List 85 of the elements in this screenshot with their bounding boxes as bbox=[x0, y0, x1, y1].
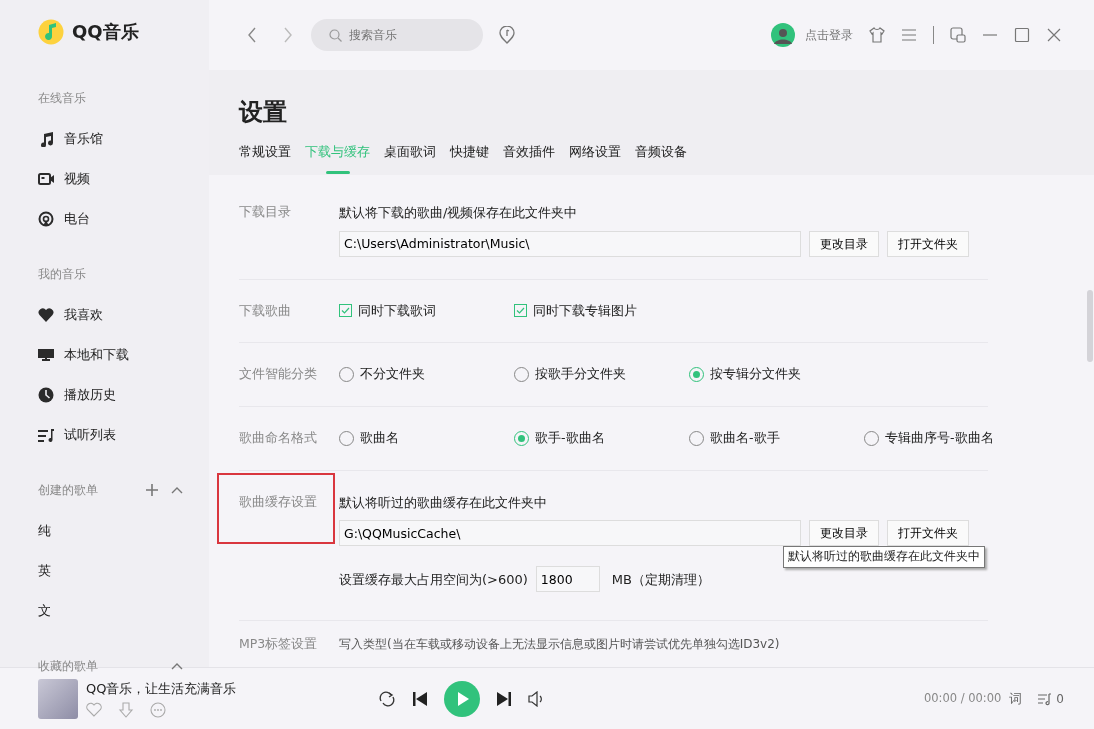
cache-size-field[interactable]: 1800 bbox=[535, 566, 600, 593]
sidebar-item[interactable]: 电台 bbox=[38, 199, 209, 239]
next-icon[interactable] bbox=[496, 690, 512, 707]
mini-mode-icon[interactable] bbox=[950, 27, 966, 43]
scrollbar-thumb[interactable] bbox=[1087, 290, 1093, 362]
tab[interactable]: 桌面歌词 bbox=[384, 142, 436, 174]
section-title: 我的音乐 bbox=[38, 266, 86, 283]
song-title: QQ音乐，让生活充满音乐 bbox=[86, 679, 238, 698]
maximize-icon[interactable] bbox=[1014, 27, 1030, 43]
clock-icon bbox=[38, 387, 54, 403]
radio-tower-icon bbox=[38, 211, 54, 227]
play-icon[interactable] bbox=[444, 680, 480, 717]
skin-icon[interactable] bbox=[869, 27, 885, 43]
tab[interactable]: 音效插件 bbox=[503, 142, 555, 174]
setting-label: MP3标签设置 bbox=[239, 636, 318, 652]
lyrics-toggle[interactable]: 词 bbox=[1009, 688, 1023, 709]
tab[interactable]: 快捷键 bbox=[450, 142, 489, 174]
folder-button[interactable]: 更改目录 bbox=[809, 230, 879, 257]
video-camera-icon bbox=[38, 171, 54, 187]
more-icon[interactable] bbox=[150, 702, 166, 719]
radio-button[interactable]: 歌曲名-歌手 bbox=[689, 429, 864, 448]
search-field[interactable]: 搜索音乐 bbox=[311, 19, 483, 51]
close-icon[interactable] bbox=[1046, 27, 1062, 43]
search-icon bbox=[329, 29, 342, 42]
volume-icon[interactable] bbox=[528, 690, 544, 707]
checkbox[interactable]: 同时下载歌词 bbox=[339, 301, 514, 321]
section-title: 创建的歌单 bbox=[38, 482, 98, 499]
back-icon[interactable] bbox=[247, 27, 257, 43]
folder-button[interactable]: 打开文件夹 bbox=[887, 520, 969, 547]
monitor-icon bbox=[38, 347, 54, 363]
section-title: 收藏的歌单 bbox=[38, 658, 98, 675]
setting-description: 写入类型(当在车载或移动设备上无法显示信息或图片时请尝试优先单独勾选ID3v2) bbox=[339, 636, 781, 654]
checkbox[interactable]: 同时下载专辑图片 bbox=[514, 301, 689, 321]
login-link[interactable]: 点击登录 bbox=[805, 26, 853, 44]
setting-label: 歌曲命名格式 bbox=[239, 430, 317, 445]
sidebar-item[interactable]: 音乐馆 bbox=[38, 119, 209, 159]
queue-count: 0 bbox=[1056, 690, 1064, 708]
path-field[interactable]: C:\Users\Administrator\Music\ bbox=[339, 230, 801, 257]
heart-icon bbox=[38, 307, 54, 323]
queue-button[interactable]: 0 bbox=[1038, 689, 1064, 708]
page-title: 设置 bbox=[239, 97, 288, 128]
play-time: 00:00 / 00:00 bbox=[923, 689, 1002, 707]
folder-button[interactable]: 打开文件夹 bbox=[887, 230, 969, 257]
tab[interactable]: 音频设备 bbox=[635, 142, 687, 174]
repeat-icon[interactable] bbox=[378, 690, 396, 707]
radio-button[interactable]: 专辑曲序号-歌曲名 bbox=[864, 429, 1039, 448]
radio-button[interactable]: 不分文件夹 bbox=[339, 365, 514, 384]
limit-label: 设置缓存最大占用空间为(>600) bbox=[339, 570, 528, 589]
tab[interactable]: 网络设置 bbox=[569, 142, 621, 174]
playlist-icon bbox=[1038, 691, 1053, 706]
previous-icon[interactable] bbox=[412, 690, 428, 707]
sidebar-item[interactable]: 视频 bbox=[38, 159, 209, 199]
radio-button[interactable]: 按歌手分文件夹 bbox=[514, 365, 689, 384]
avatar-icon[interactable] bbox=[771, 23, 795, 47]
radio-button[interactable]: 歌曲名 bbox=[339, 429, 514, 448]
sidebar-item[interactable]: 本地和下载 bbox=[38, 335, 209, 375]
tooltip: 默认将听过的歌曲缓存在此文件夹中 bbox=[783, 546, 985, 568]
setting-description: 默认将听过的歌曲缓存在此文件夹中 bbox=[339, 493, 548, 512]
radio-button[interactable]: 按专辑分文件夹 bbox=[689, 365, 864, 384]
sidebar-item[interactable]: 文 bbox=[38, 591, 209, 631]
sidebar-item[interactable]: 英 bbox=[38, 551, 209, 591]
setting-description: 默认将下载的歌曲/视频保存在此文件夹中 bbox=[339, 204, 579, 222]
music-recognition-icon[interactable] bbox=[499, 26, 515, 44]
sidebar-item[interactable]: 播放历史 bbox=[38, 375, 209, 415]
music-note-logo-icon bbox=[38, 18, 64, 45]
plus-icon[interactable] bbox=[145, 483, 159, 497]
setting-label: 文件智能分类 bbox=[239, 366, 317, 382]
album-cover bbox=[38, 678, 78, 719]
tab[interactable]: 常规设置 bbox=[239, 142, 291, 174]
sidebar-item[interactable]: 我喜欢 bbox=[38, 295, 209, 335]
app-name: QQ音乐 bbox=[72, 20, 139, 44]
sidebar-item[interactable]: 试听列表 bbox=[38, 415, 209, 455]
setting-label: 下载歌曲 bbox=[239, 302, 291, 318]
music-note-icon bbox=[38, 131, 54, 147]
chevron-up-icon[interactable] bbox=[171, 486, 183, 494]
sidebar-item[interactable]: 纯 bbox=[38, 511, 209, 551]
section-title: 在线音乐 bbox=[38, 90, 86, 107]
heart-outline-icon[interactable] bbox=[86, 702, 102, 718]
playlist-icon bbox=[38, 427, 54, 443]
folder-button[interactable]: 更改目录 bbox=[809, 520, 879, 547]
setting-label: 下载目录 bbox=[239, 204, 291, 219]
radio-button[interactable]: 歌手-歌曲名 bbox=[514, 429, 689, 448]
unit-label: MB（定期清理） bbox=[611, 570, 710, 589]
path-field[interactable]: G:\QQMusicCache\ bbox=[339, 520, 801, 547]
setting-label: 歌曲缓存设置 bbox=[239, 493, 317, 509]
